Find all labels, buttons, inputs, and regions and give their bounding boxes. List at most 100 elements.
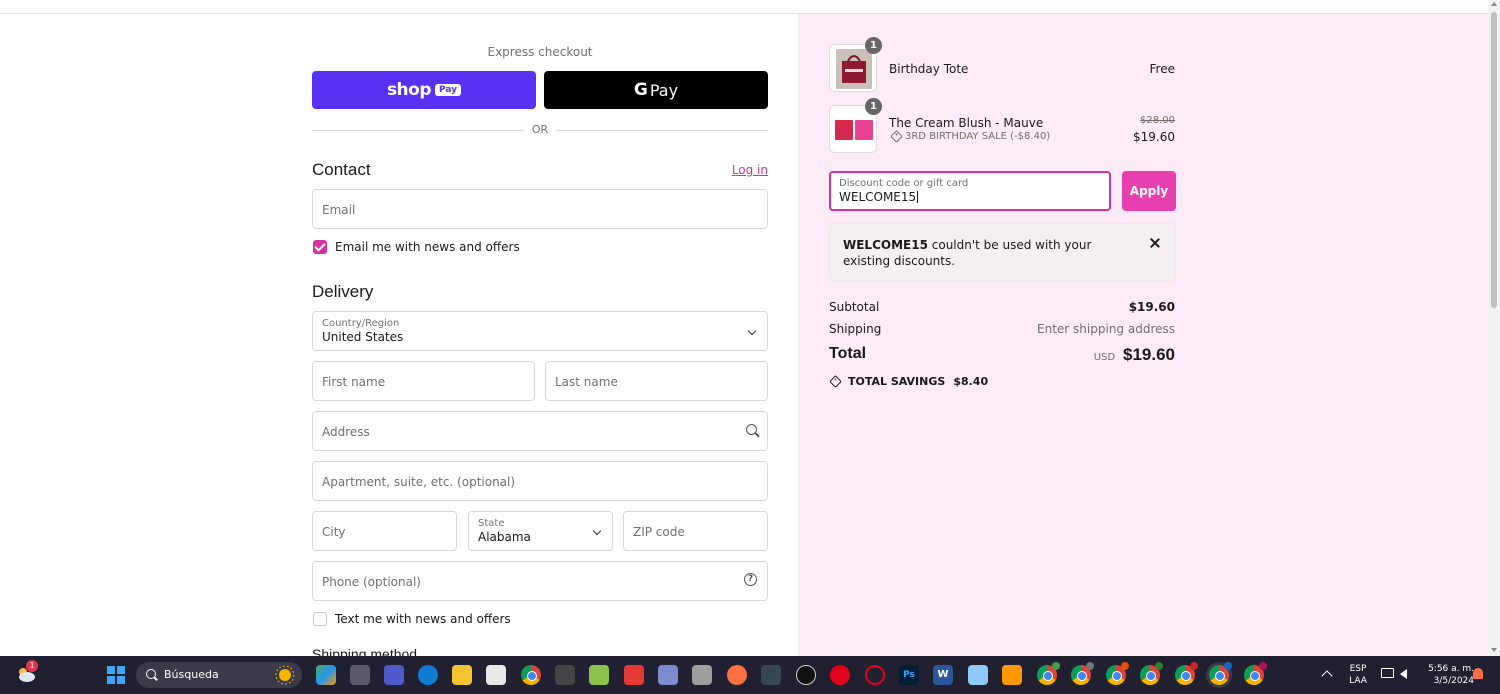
phone-field[interactable]: Phone (optional) ? xyxy=(312,561,768,601)
subtotal-label: Subtotal xyxy=(829,300,880,314)
address-field[interactable]: Address xyxy=(312,411,768,451)
teams-icon[interactable] xyxy=(384,665,404,685)
state-value: Alabama xyxy=(478,530,531,544)
app-icon[interactable] xyxy=(589,665,609,685)
file-explorer-icon[interactable] xyxy=(452,665,472,685)
close-icon[interactable] xyxy=(1149,237,1161,249)
shop-pay-button[interactable]: shop Pay xyxy=(312,71,536,109)
store-icon[interactable] xyxy=(486,665,506,685)
language-sub: LAA xyxy=(1349,676,1367,686)
page-scrollbar[interactable] xyxy=(1488,0,1500,656)
clock-date: 3/5/2024 xyxy=(1433,676,1474,686)
app-icon[interactable] xyxy=(968,665,988,685)
shipping-label: Shipping xyxy=(829,322,882,336)
savings-label: TOTAL SAVINGS xyxy=(848,375,946,388)
discount-code-input[interactable]: Discount code or gift card WELCOME15 xyxy=(829,171,1111,211)
scroll-down-arrow-icon[interactable] xyxy=(1491,648,1497,652)
google-g-icon: G xyxy=(633,80,648,100)
word-icon[interactable]: W xyxy=(933,665,953,685)
copilot-icon[interactable] xyxy=(316,665,336,685)
chevron-down-icon xyxy=(747,326,757,336)
apartment-field[interactable]: Apartment, suite, etc. (optional) xyxy=(312,461,768,501)
zip-placeholder: ZIP code xyxy=(633,525,685,539)
phone-placeholder: Phone (optional) xyxy=(322,575,421,589)
delivery-heading: Delivery xyxy=(312,282,374,301)
discount-error-banner: WELCOME15 couldn't be used with your exi… xyxy=(829,223,1176,282)
windows-start-icon[interactable] xyxy=(107,666,125,684)
google-pay-button[interactable]: G Pay xyxy=(544,71,768,109)
order-summary: 1 Birthday Tote Free 1 The Cream Blush -… xyxy=(798,14,1488,656)
tag-icon xyxy=(890,130,903,143)
volume-icon[interactable] xyxy=(1400,669,1407,679)
discount-value-wrap: WELCOME15 xyxy=(839,190,919,204)
state-select[interactable]: State Alabama xyxy=(468,511,613,551)
opera-gx-icon[interactable] xyxy=(865,665,885,685)
taskbar-search[interactable]: Búsqueda xyxy=(136,662,302,688)
chrome-profile-icon[interactable] xyxy=(1071,662,1094,685)
item-price: $19.60 xyxy=(1133,130,1175,144)
discount-label: Discount code or gift card xyxy=(839,178,969,189)
state-label: State xyxy=(478,518,505,529)
opera-icon[interactable] xyxy=(830,665,850,685)
chrome-profile-icon[interactable] xyxy=(1106,662,1129,685)
notification-bell-icon[interactable] xyxy=(1473,668,1483,679)
chrome-profile-icon-active[interactable] xyxy=(1209,662,1232,685)
country-select[interactable]: Country/Region United States xyxy=(312,311,768,351)
task-view-icon[interactable] xyxy=(350,665,370,685)
app-icon[interactable] xyxy=(624,665,644,685)
scroll-up-arrow-icon[interactable] xyxy=(1491,2,1497,6)
city-field[interactable]: City xyxy=(312,511,457,551)
language-indicator[interactable]: ESP LAA xyxy=(1344,663,1372,687)
email-field[interactable]: Email xyxy=(312,189,768,229)
login-link[interactable]: Log in xyxy=(720,163,768,177)
shipping-method-heading: Shipping method xyxy=(312,646,418,656)
shop-pay-logo-text: shop xyxy=(386,80,432,100)
error-code: WELCOME15 xyxy=(843,238,928,252)
quantity-badge: 1 xyxy=(865,98,882,115)
item-discount-label: 3RD BIRTHDAY SALE (-$8.40) xyxy=(905,131,1051,142)
firefox-icon[interactable] xyxy=(727,665,747,685)
tag-icon xyxy=(829,375,842,388)
total-label: Total xyxy=(829,345,867,362)
subtotal-value: $19.60 xyxy=(1128,300,1175,314)
item-name: The Cream Blush - Mauve xyxy=(889,116,1044,130)
clock[interactable]: 5:56 a. m. 3/5/2024 xyxy=(1418,663,1474,687)
chrome-icon[interactable] xyxy=(521,665,541,685)
app-icon[interactable] xyxy=(1002,665,1022,685)
help-icon[interactable]: ? xyxy=(744,573,757,586)
text-caret xyxy=(917,191,919,203)
chrome-profile-icon[interactable] xyxy=(1244,662,1267,685)
tote-bag-icon xyxy=(836,49,872,89)
chrome-profile-icon[interactable] xyxy=(1140,662,1163,685)
photoshop-icon[interactable]: Ps xyxy=(899,665,919,685)
app-icon[interactable] xyxy=(658,665,678,685)
app-icon[interactable] xyxy=(761,665,781,685)
edge-icon[interactable] xyxy=(418,665,438,685)
sms-news-checkbox[interactable] xyxy=(313,612,327,626)
apply-button[interactable]: Apply xyxy=(1122,171,1176,211)
app-icon[interactable] xyxy=(555,665,575,685)
search-icon xyxy=(146,669,156,679)
original-price: $28.00 xyxy=(1140,115,1175,126)
app-icon[interactable] xyxy=(692,665,712,685)
sms-news-label: Text me with news and offers xyxy=(335,612,511,626)
first-name-field[interactable]: First name xyxy=(312,361,535,401)
chevron-up-icon[interactable] xyxy=(1321,670,1333,682)
chrome-profile-icon[interactable] xyxy=(1037,662,1060,685)
item-discount: 3RD BIRTHDAY SALE (-$8.40) xyxy=(890,130,1051,143)
scroll-thumb[interactable] xyxy=(1491,12,1497,308)
express-checkout-label: Express checkout xyxy=(487,45,593,59)
network-icon[interactable] xyxy=(1381,668,1394,678)
chrome-profile-icon[interactable] xyxy=(1175,662,1198,685)
email-news-checkbox[interactable] xyxy=(313,240,327,254)
error-message: WELCOME15 couldn't be used with your exi… xyxy=(843,237,1133,269)
shop-pay-pill: Pay xyxy=(435,84,462,96)
last-name-placeholder: Last name xyxy=(555,375,618,389)
app-icon[interactable] xyxy=(796,665,816,685)
city-placeholder: City xyxy=(322,525,346,539)
email-placeholder: Email xyxy=(322,203,356,217)
sun-widget-icon xyxy=(275,665,295,685)
cream-blush-thumbnail: 1 xyxy=(829,98,882,153)
zip-field[interactable]: ZIP code xyxy=(623,511,768,551)
last-name-field[interactable]: Last name xyxy=(545,361,768,401)
